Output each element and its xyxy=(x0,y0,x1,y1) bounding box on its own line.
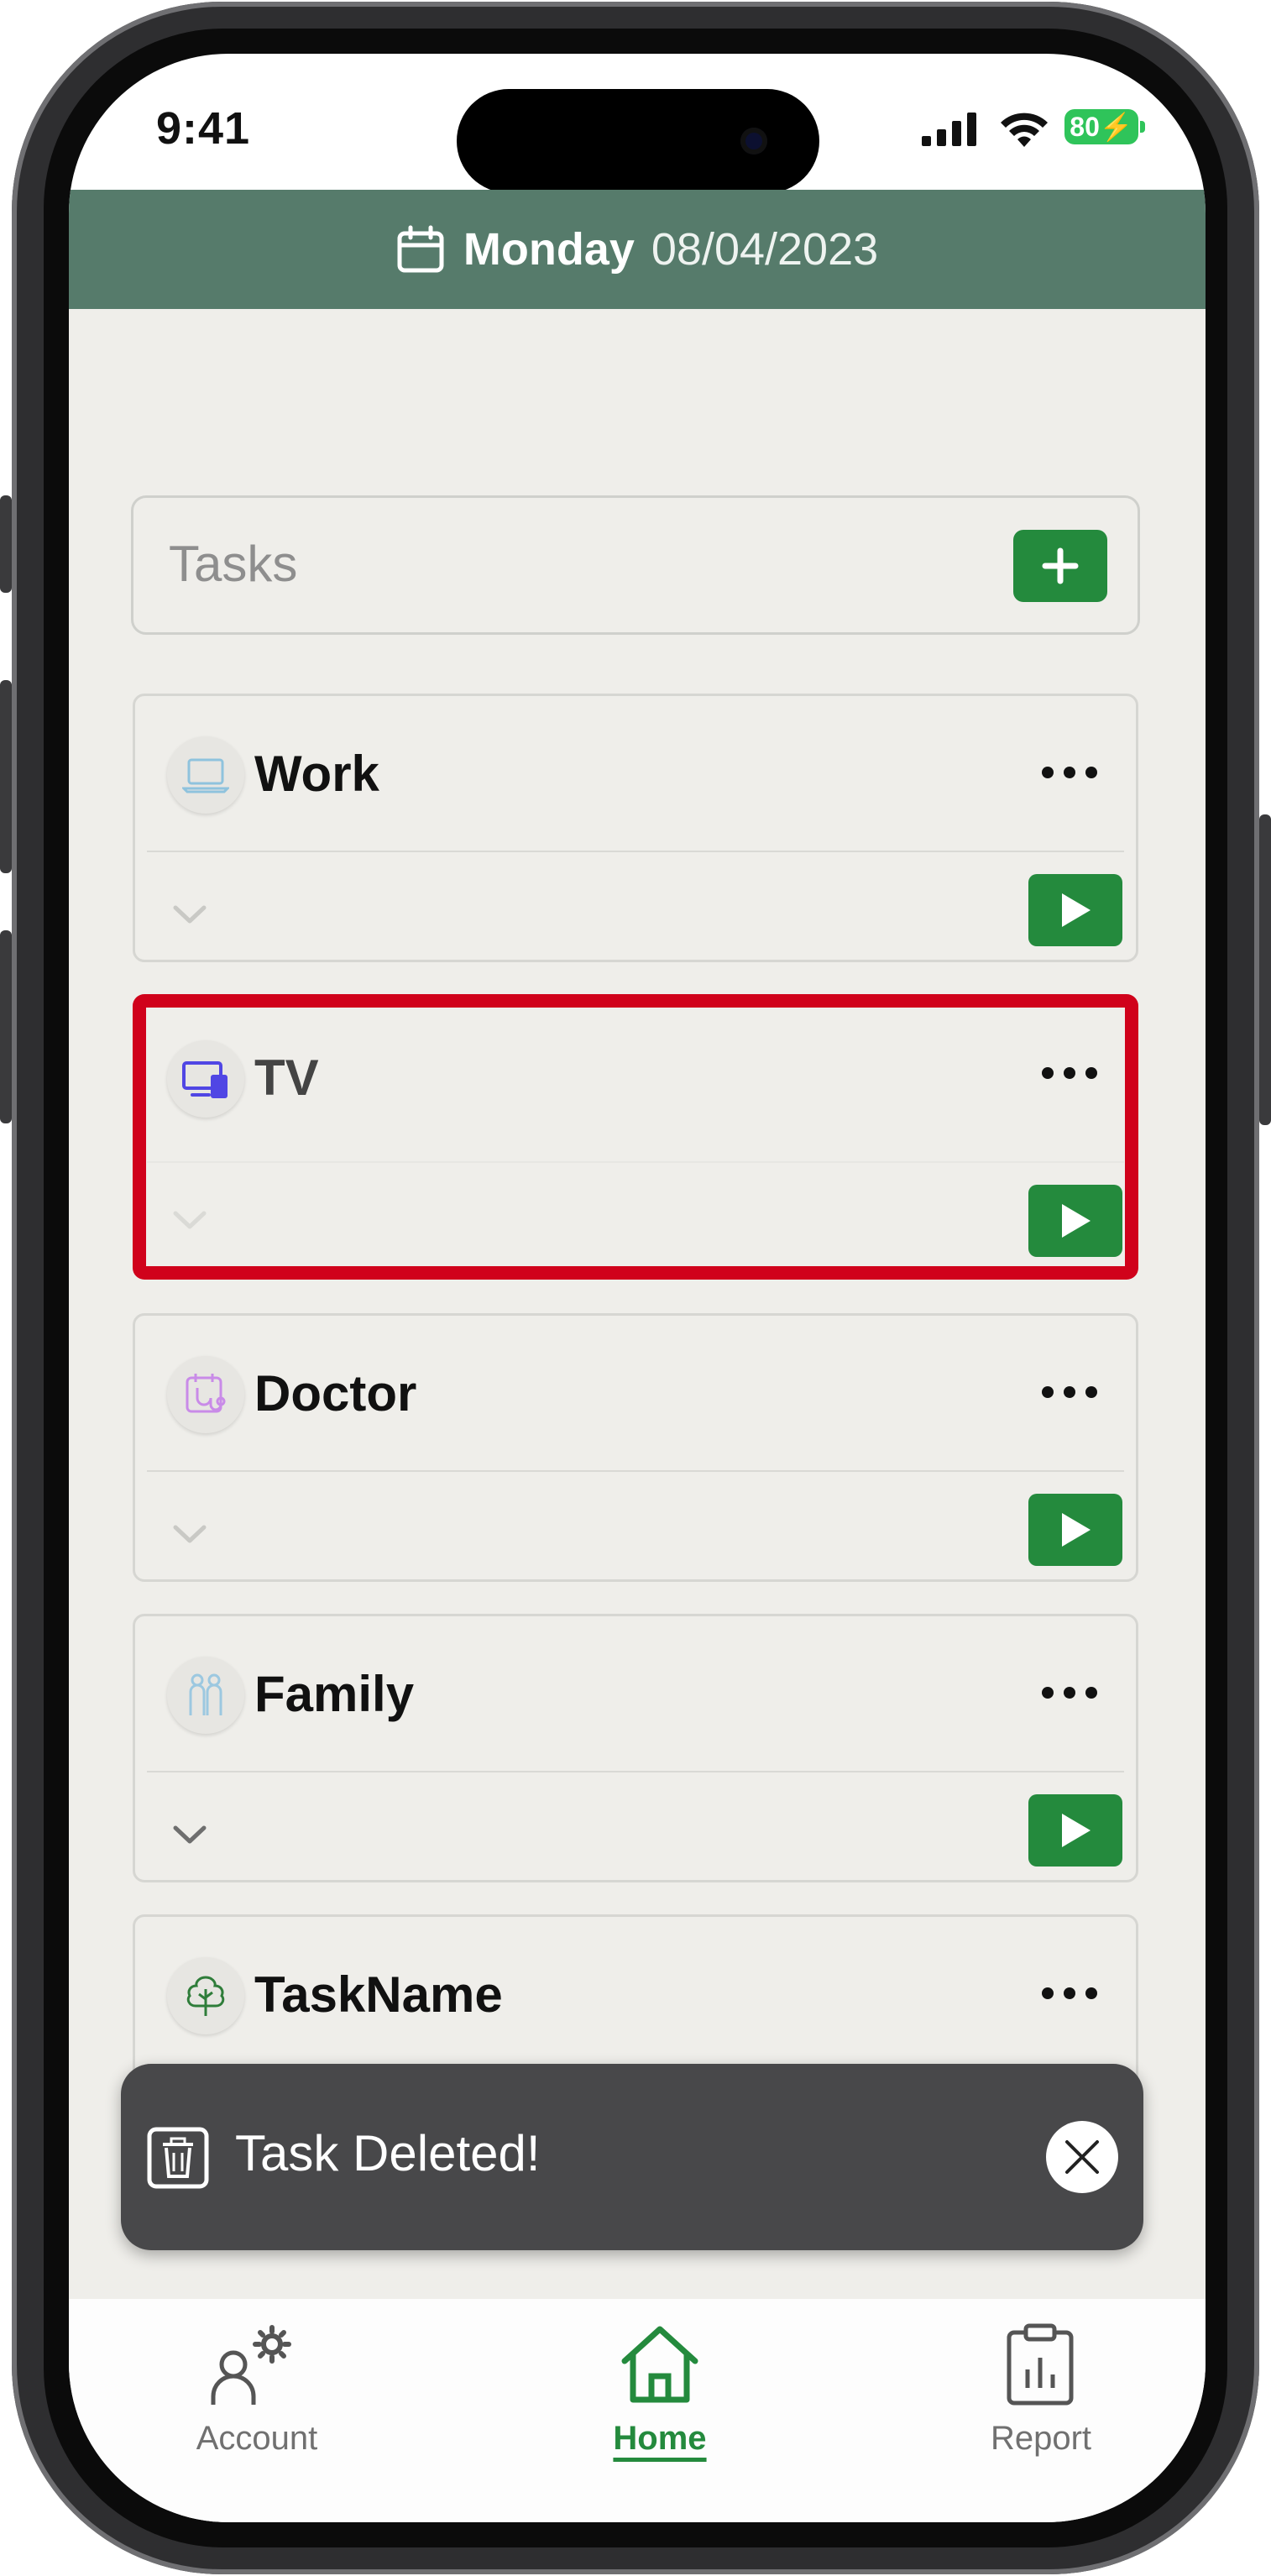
toast-message: Task Deleted! xyxy=(235,2125,541,2181)
task-icon-bubble xyxy=(167,1356,244,1433)
laptop-icon xyxy=(182,758,229,793)
task-card-family[interactable]: Family xyxy=(133,1614,1138,1882)
start-timer-button[interactable] xyxy=(1028,874,1122,946)
header-day: Monday xyxy=(463,224,635,275)
tree-icon xyxy=(186,1976,225,2016)
nav-home-label: Home xyxy=(613,2420,707,2457)
start-timer-button[interactable] xyxy=(1028,1794,1122,1867)
task-name: Work xyxy=(254,746,379,802)
status-time: 9:41 xyxy=(156,103,251,154)
nav-account[interactable]: Account xyxy=(131,2299,383,2484)
chevron-down-icon[interactable] xyxy=(169,1517,211,1551)
more-options-button[interactable] xyxy=(1032,1366,1107,1416)
play-icon xyxy=(1062,1513,1091,1547)
nav-report[interactable]: Report xyxy=(915,2299,1167,2484)
task-icon-bubble xyxy=(167,736,244,814)
task-icon-bubble xyxy=(167,1957,244,2034)
card-divider xyxy=(147,1470,1124,1472)
nav-account-label: Account xyxy=(196,2420,318,2457)
header-date: 08/04/2023 xyxy=(651,224,879,275)
battery-cap xyxy=(1140,121,1145,133)
card-divider xyxy=(147,1771,1124,1772)
nav-report-label: Report xyxy=(990,2420,1092,2457)
battery-icon: 80⚡ xyxy=(1064,109,1138,144)
nav-home[interactable]: Home xyxy=(534,2299,786,2484)
medical-calendar-icon xyxy=(186,1374,226,1413)
task-name: Family xyxy=(254,1666,415,1722)
wifi-icon xyxy=(1001,113,1048,147)
trash-icon xyxy=(147,2127,209,2189)
close-icon xyxy=(1065,2140,1099,2174)
power-button xyxy=(1259,814,1271,1125)
chevron-down-icon[interactable] xyxy=(169,1818,211,1851)
volume-up-button xyxy=(0,680,12,873)
family-icon xyxy=(189,1673,222,1715)
start-timer-button[interactable] xyxy=(1028,1494,1122,1566)
more-options-button[interactable] xyxy=(1032,1667,1107,1717)
play-icon xyxy=(1062,1814,1091,1847)
report-clipboard-icon xyxy=(1007,2323,1074,2406)
screen: 9:41 80⚡ Monday 08/04/2023 Tasks Work TV… xyxy=(69,54,1206,2522)
plus-icon xyxy=(1042,547,1079,584)
task-card-work[interactable]: Work xyxy=(133,694,1138,962)
task-name: Doctor xyxy=(254,1365,417,1422)
account-settings-icon xyxy=(211,2325,291,2405)
signal-icon xyxy=(922,113,976,146)
task-name: TaskName xyxy=(254,1966,503,2023)
camera-icon xyxy=(740,128,767,154)
home-icon xyxy=(621,2326,698,2403)
toast-close-button[interactable] xyxy=(1046,2121,1118,2193)
tasks-bar: Tasks xyxy=(131,495,1140,635)
more-options-button[interactable] xyxy=(1032,1967,1107,2018)
battery-level: 80 xyxy=(1070,112,1100,142)
task-card-doctor[interactable]: Doctor xyxy=(133,1313,1138,1582)
volume-down-button xyxy=(0,930,12,1123)
selection-highlight xyxy=(133,994,1138,1280)
date-header[interactable]: Monday 08/04/2023 xyxy=(69,190,1206,309)
action-button xyxy=(0,495,12,593)
card-divider xyxy=(147,851,1124,852)
tasks-label: Tasks xyxy=(169,536,298,592)
toast-notification: Task Deleted! xyxy=(121,2064,1143,2250)
chevron-down-icon[interactable] xyxy=(169,898,211,931)
more-options-button[interactable] xyxy=(1032,746,1107,797)
add-task-button[interactable] xyxy=(1013,530,1107,602)
task-icon-bubble xyxy=(167,1657,244,1734)
play-icon xyxy=(1062,893,1091,927)
bottom-nav: Account Home Report xyxy=(69,2299,1206,2522)
calendar-icon xyxy=(397,225,444,273)
